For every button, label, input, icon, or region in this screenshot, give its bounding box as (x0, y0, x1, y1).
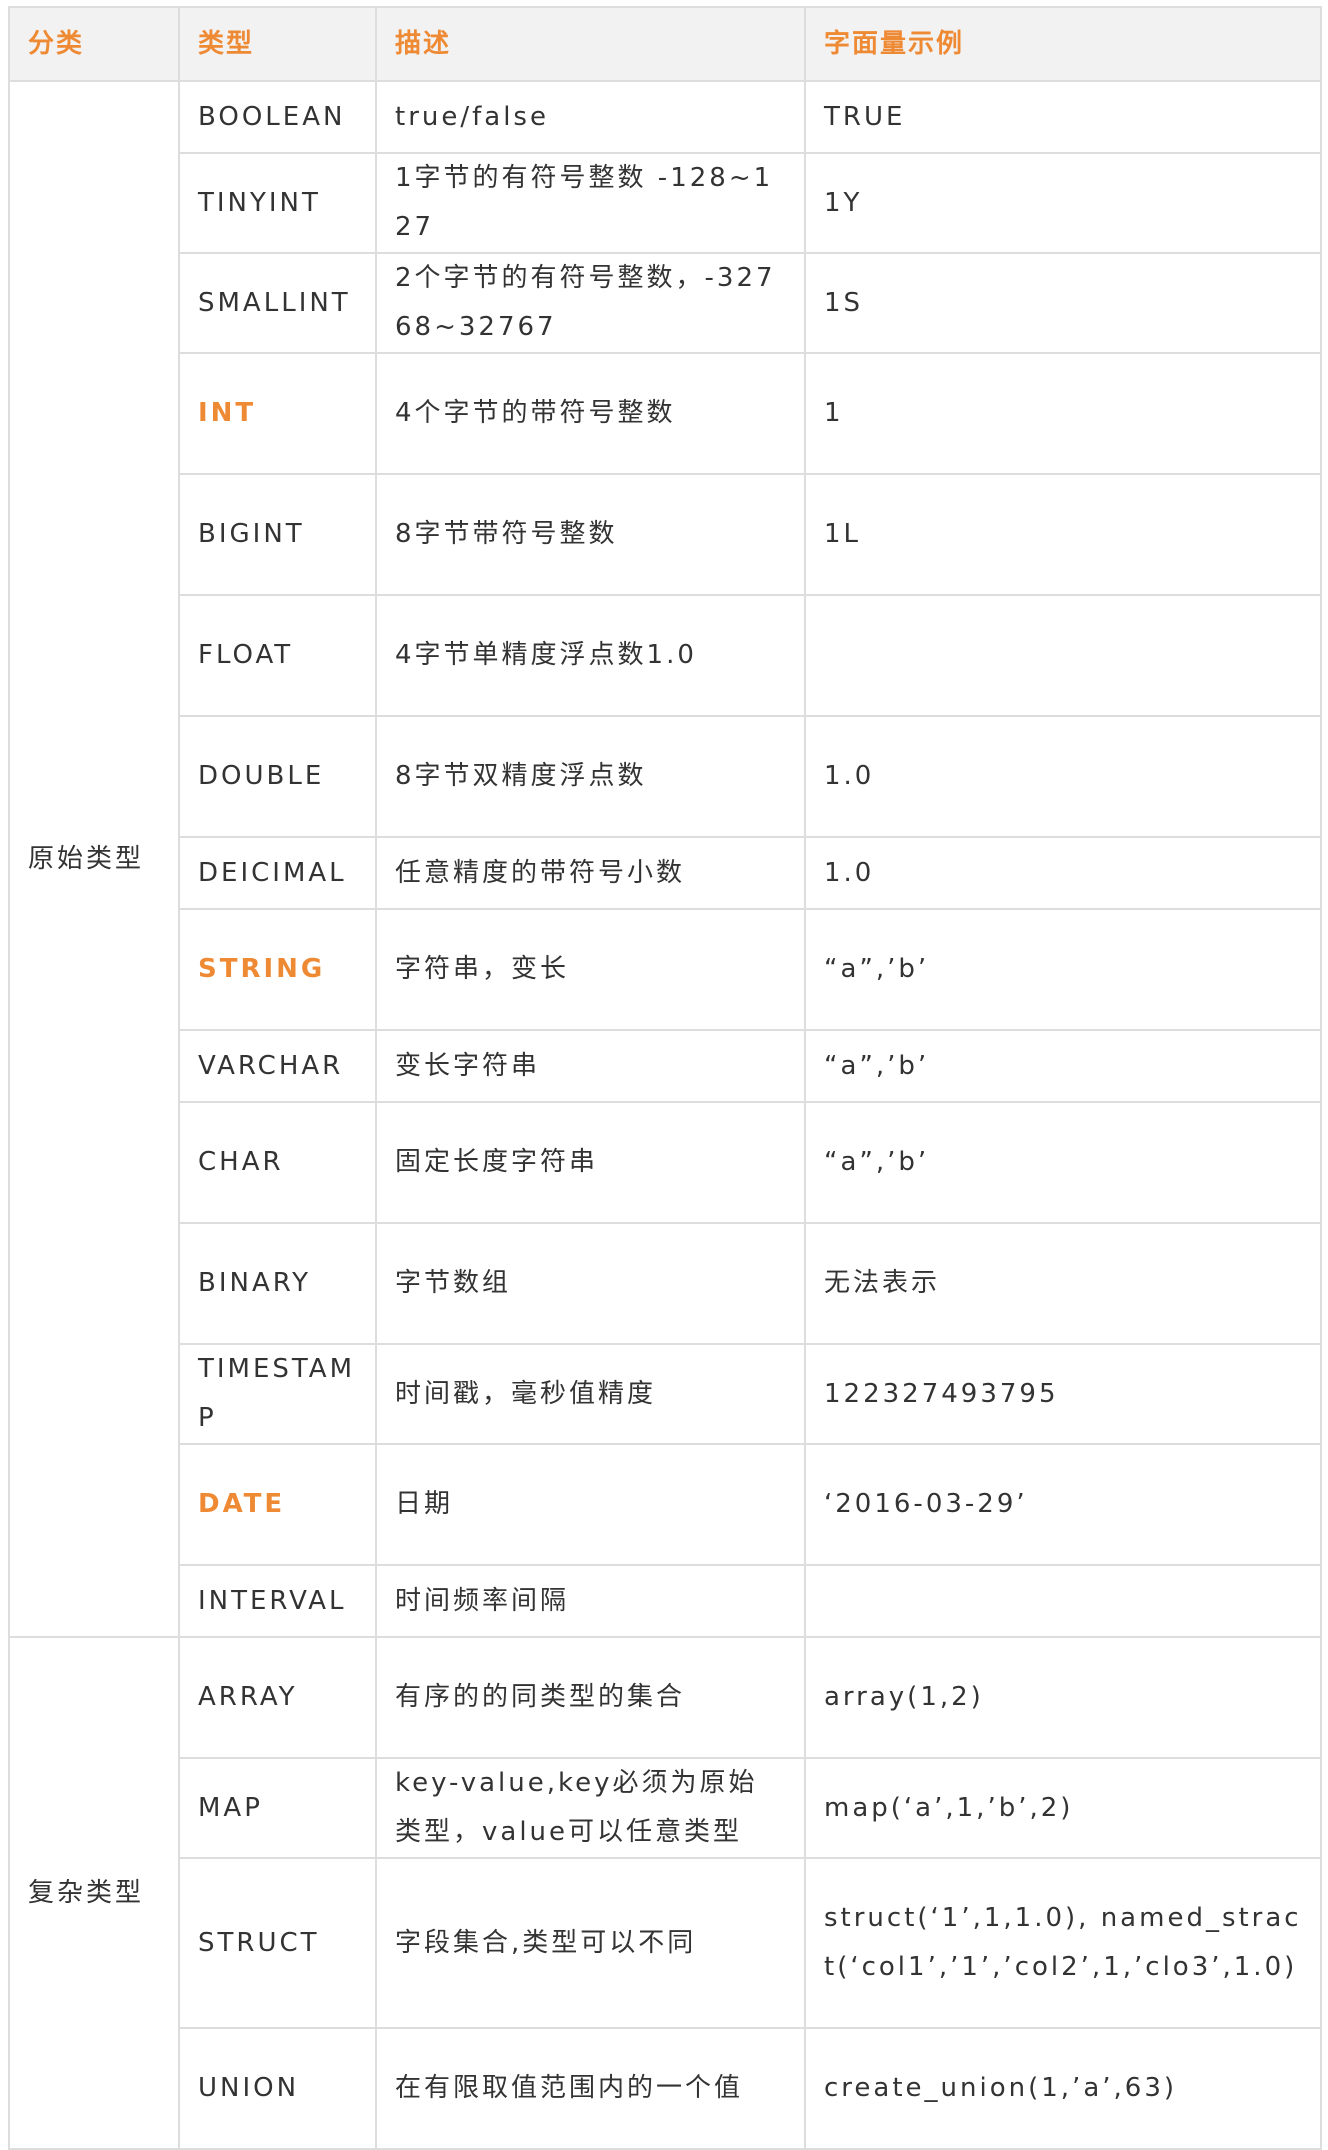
table-row: 原始类型 BOOLEAN true/false TRUE (8, 80, 1322, 1638)
description-cell: 4个字节的带符号整数 (375, 352, 806, 475)
description-cell: 日期 (375, 1443, 806, 1566)
header-row: 分类 类型 描述 字面量示例 (8, 6, 1322, 82)
type-cell: DATE (178, 1443, 377, 1566)
type-cell: INT (178, 352, 377, 475)
description-cell: 固定长度字符串 (375, 1101, 806, 1224)
description-cell: 1字节的有符号整数 -128~127 (375, 152, 806, 254)
description-cell: 变长字符串 (375, 1029, 806, 1103)
type-cell: STRING (178, 908, 377, 1031)
type-cell: DOUBLE (178, 715, 377, 838)
table-row: UNION 在有限取值范围内的一个值 create_union(1,’a’,63) (9, 2027, 1322, 2150)
literal-example-cell: create_union(1,’a’,63) (804, 2027, 1322, 2150)
description-cell: 字节数组 (375, 1222, 806, 1345)
type-cell: TIMESTAMP (178, 1343, 377, 1445)
type-cell: INTERVAL (178, 1564, 377, 1638)
header-literal-example: 字面量示例 (804, 6, 1322, 82)
category-cell: 复杂类型 (8, 1636, 180, 2150)
literal-example-cell: “a”,’b’ (804, 1101, 1322, 1224)
table-row: BIGINT 8字节带符号整数 1L (9, 473, 1322, 596)
literal-example-cell: 1Y (804, 152, 1322, 254)
type-cell: BOOLEAN (178, 80, 377, 154)
type-cell: CHAR (178, 1101, 377, 1224)
literal-example-cell (804, 1564, 1322, 1638)
category-cell: 原始类型 (8, 80, 180, 1638)
type-cell: ARRAY (178, 1636, 377, 1759)
description-cell: true/false (375, 80, 806, 154)
table-row: INT 4个字节的带符号整数 1 (9, 352, 1322, 475)
literal-example-cell: map(‘a’,1,’b’,2) (804, 1757, 1322, 1859)
literal-example-cell (804, 594, 1322, 717)
type-cell: FLOAT (178, 594, 377, 717)
description-cell: 任意精度的带符号小数 (375, 836, 806, 910)
header-category: 分类 (8, 6, 180, 82)
literal-example-cell: array(1,2) (804, 1636, 1322, 1759)
type-cell: BIGINT (178, 473, 377, 596)
table-row: TIMESTAMP 时间戳，毫秒值精度 122327493795 (9, 1343, 1322, 1445)
table-row: CHAR 固定长度字符串 “a”,’b’ (9, 1101, 1322, 1224)
type-cell: VARCHAR (178, 1029, 377, 1103)
table-row: DATE 日期 ‘2016-03-29’ (9, 1443, 1322, 1566)
literal-example-cell: “a”,’b’ (804, 1029, 1322, 1103)
header-type: 类型 (178, 6, 377, 82)
type-cell: BINARY (178, 1222, 377, 1345)
hive-data-types-table: 分类 类型 描述 字面量示例 原始类型 BOOLEAN true/false TRUE… (8, 6, 1322, 2150)
description-cell: 字段集合,类型可以不同 (375, 1857, 806, 2029)
description-cell: 2个字节的有符号整数，-32768~32767 (375, 252, 806, 354)
type-cell: SMALLINT (178, 252, 377, 354)
type-cell: TINYINT (178, 152, 377, 254)
table-row: VARCHAR 变长字符串 “a”,’b’ (9, 1029, 1322, 1103)
table-row: STRUCT 字段集合,类型可以不同 struct(‘1’,1,1.0), name… (9, 1857, 1322, 2029)
table-row: 复杂类型 ARRAY 有序的的同类型的集合 array(1,2) (8, 1636, 1322, 2150)
table-body: 原始类型 BOOLEAN true/false TRUE TINYINT 1字节的有符号整… (8, 80, 1322, 2150)
table-row: MAP key-value,key必须为原始类型，value可以任意类型 map(‘… (9, 1757, 1322, 1859)
table-row: TINYINT 1字节的有符号整数 -128~127 1Y (9, 152, 1322, 254)
literal-example-cell: 1.0 (804, 715, 1322, 838)
literal-example-cell: 1S (804, 252, 1322, 354)
description-cell: 8字节带符号整数 (375, 473, 806, 596)
literal-example-cell: ‘2016-03-29’ (804, 1443, 1322, 1566)
table-row: FLOAT 4字节单精度浮点数1.0 (9, 594, 1322, 717)
description-cell: 时间频率间隔 (375, 1564, 806, 1638)
table-row: DEICIMAL 任意精度的带符号小数 1.0 (9, 836, 1322, 910)
literal-example-cell: 1 (804, 352, 1322, 475)
type-cell: UNION (178, 2027, 377, 2150)
type-cell: DEICIMAL (178, 836, 377, 910)
header-description: 描述 (375, 6, 806, 82)
type-cell: STRUCT (178, 1857, 377, 2029)
literal-example-cell: “a”,’b’ (804, 908, 1322, 1031)
literal-example-cell: 1L (804, 473, 1322, 596)
table-row: SMALLINT 2个字节的有符号整数，-32768~32767 1S (9, 252, 1322, 354)
table-row: DOUBLE 8字节双精度浮点数 1.0 (9, 715, 1322, 838)
description-cell: 在有限取值范围内的一个值 (375, 2027, 806, 2150)
description-cell: key-value,key必须为原始类型，value可以任意类型 (375, 1757, 806, 1859)
table-row: BINARY 字节数组 无法表示 (9, 1222, 1322, 1345)
literal-example-cell: 122327493795 (804, 1343, 1322, 1445)
description-cell: 有序的的同类型的集合 (375, 1636, 806, 1759)
description-cell: 4字节单精度浮点数1.0 (375, 594, 806, 717)
literal-example-cell: TRUE (804, 80, 1322, 154)
description-cell: 时间戳，毫秒值精度 (375, 1343, 806, 1445)
literal-example-cell: 无法表示 (804, 1222, 1322, 1345)
table-row: INTERVAL 时间频率间隔 (9, 1564, 1322, 1638)
literal-example-cell: 1.0 (804, 836, 1322, 910)
type-cell: MAP (178, 1757, 377, 1859)
literal-example-cell: struct(‘1’,1,1.0), named_stract(‘col1’,’… (804, 1857, 1322, 2029)
description-cell: 8字节双精度浮点数 (375, 715, 806, 838)
description-cell: 字符串，变长 (375, 908, 806, 1031)
table-row: STRING 字符串，变长 “a”,’b’ (9, 908, 1322, 1031)
